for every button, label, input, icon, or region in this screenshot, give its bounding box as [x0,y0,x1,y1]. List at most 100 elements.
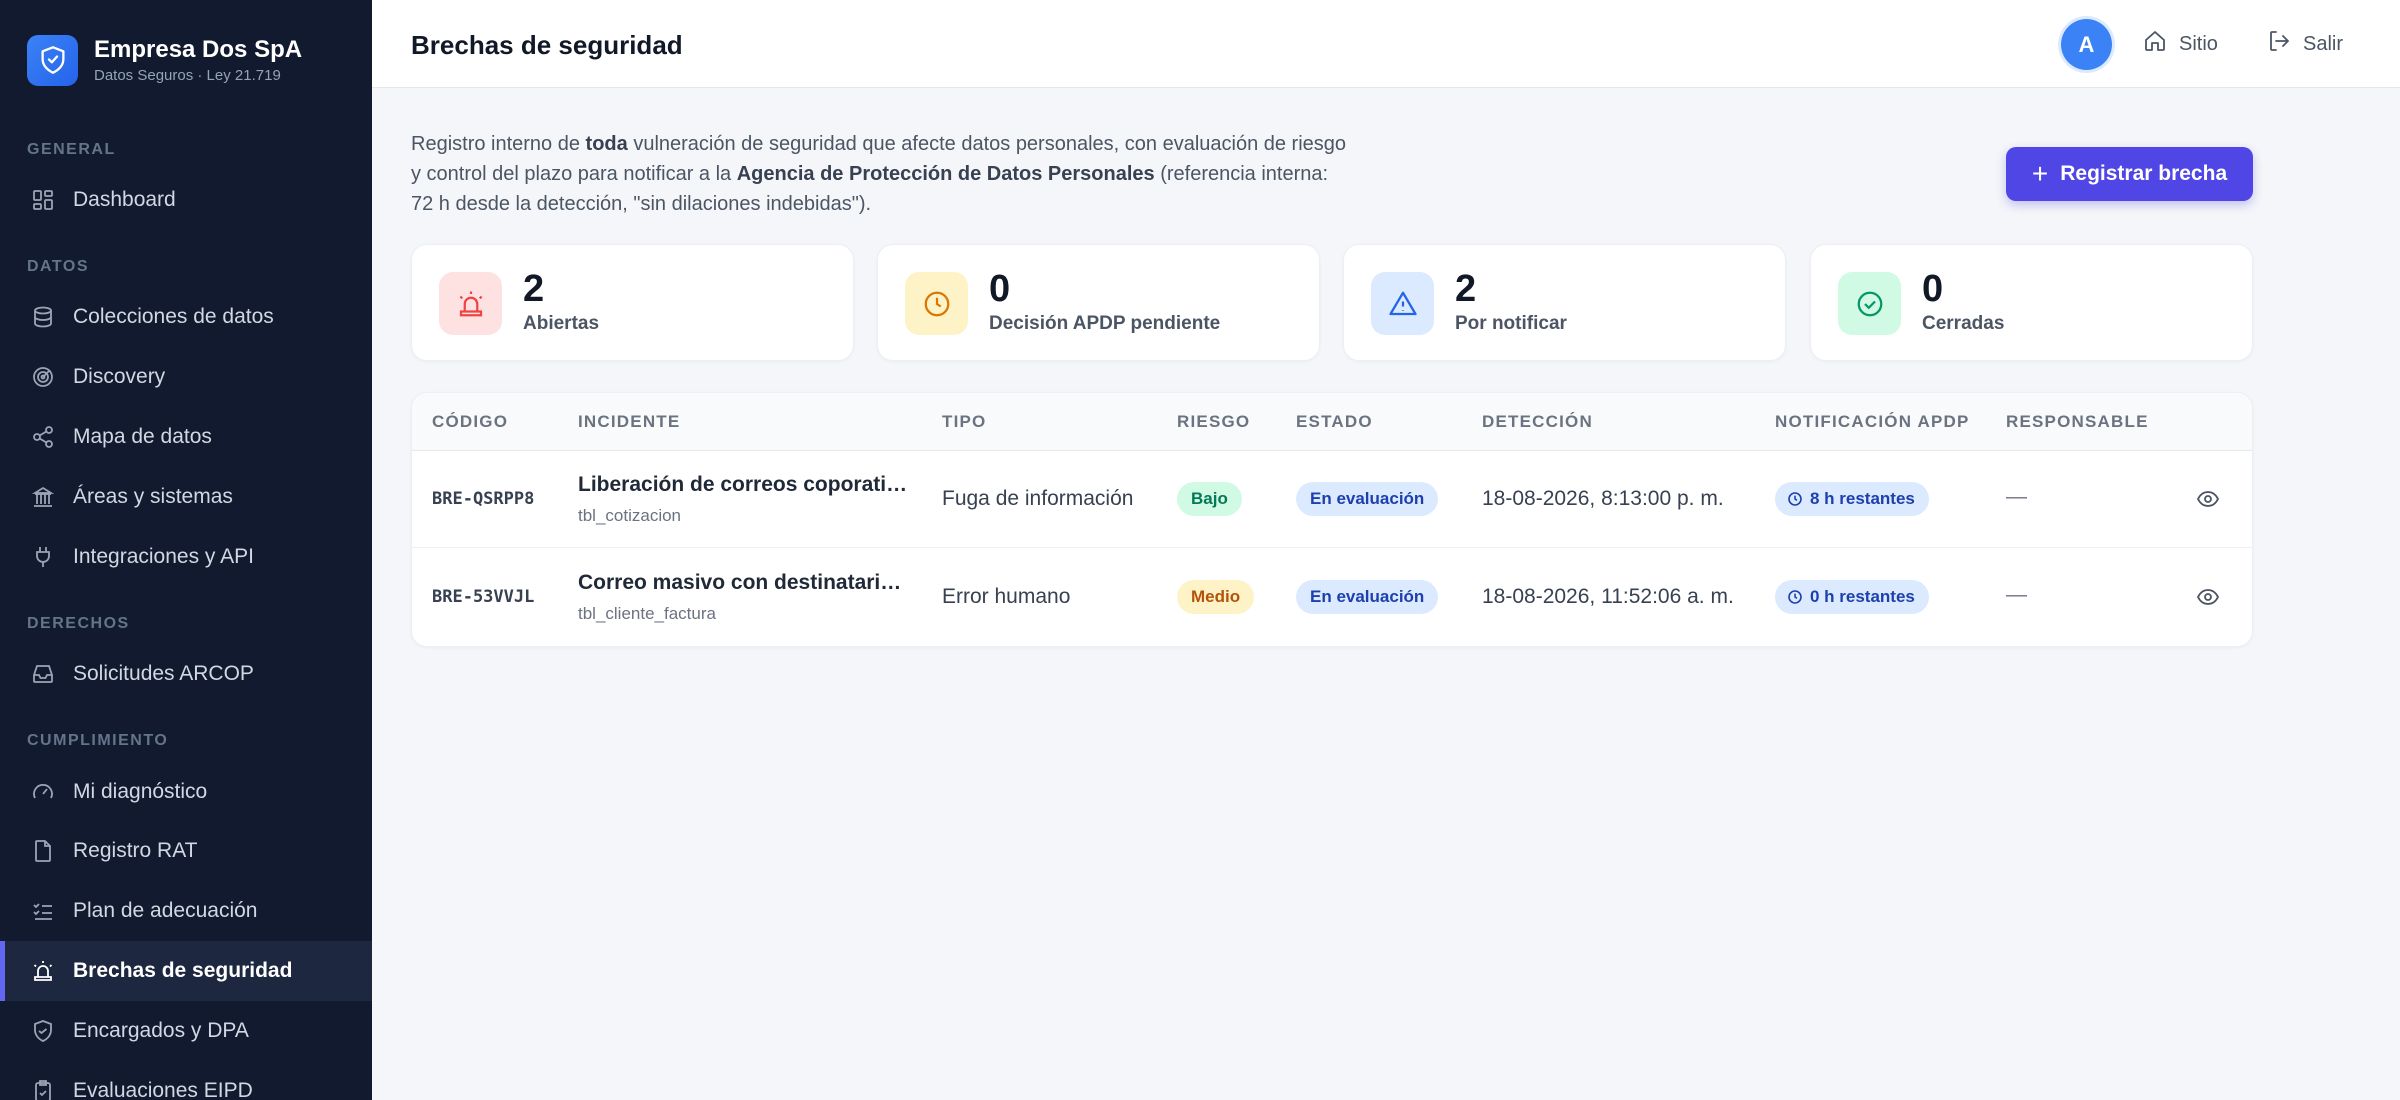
sidebar-item-label: Discovery [73,365,166,388]
radar-icon [30,364,56,390]
site-link[interactable]: Sitio [2143,26,2218,62]
siren-icon [30,958,56,984]
page-title: Brechas de seguridad [411,30,683,60]
column-header[interactable]: NOTIFICACIÓN APDP [1775,412,1970,432]
clock-icon [905,272,968,335]
avatar[interactable]: A [2061,19,2112,70]
sidebar-item-discovery[interactable]: Discovery [0,347,372,407]
table-header: CÓDIGO INCIDENTE TIPO RIESGO ESTADO DETE… [412,393,2252,451]
stat-value: 0 [989,268,1011,310]
breaches-table: CÓDIGO INCIDENTE TIPO RIESGO ESTADO DETE… [411,392,2253,647]
notification-badge-label: 0 h restantes [1810,587,1915,606]
nav-section-derechos: DERECHOS [27,615,130,632]
notification-badge: 8 h restantes [1775,482,1929,516]
table-row[interactable]: BRE-QSRPP8 Liberación de correos coporat… [412,451,2252,548]
sidebar-item-diagnostico[interactable]: Mi diagnóstico [0,762,372,822]
sidebar-item-label: Áreas y sistemas [73,485,233,508]
logout-link-label: Salir [2303,32,2344,55]
incident-table: tbl_cliente_factura [578,604,716,623]
register-breach-label: Registrar brecha [2060,162,2228,185]
sidebar: Empresa Dos SpA Datos Seguros · Ley 21.7… [0,0,372,1100]
column-header[interactable]: ESTADO [1296,412,1373,432]
stat-label: Por notificar [1455,313,1567,334]
sidebar-item-brechas[interactable]: Brechas de seguridad [0,941,372,1001]
column-header[interactable]: TIPO [942,412,986,432]
database-icon [30,304,56,330]
gauge-icon [30,779,56,805]
column-header[interactable]: DETECCIÓN [1482,412,1593,432]
breach-code: BRE-53VVJL [432,587,535,607]
siren-icon [439,272,502,335]
sidebar-item-eipd[interactable]: Evaluaciones EIPD [0,1061,372,1100]
clock-icon [1788,590,1802,604]
register-breach-button[interactable]: + Registrar brecha [2006,147,2253,201]
sidebar-item-label: Mapa de datos [73,425,212,448]
notification-badge-label: 8 h restantes [1810,489,1915,508]
grid-icon [30,187,56,213]
sidebar-item-label: Evaluaciones EIPD [73,1079,253,1100]
stat-label: Cerradas [1922,313,2005,334]
incident-title[interactable]: Liberación de correos coporativos [578,473,908,497]
notification-badge: 0 h restantes [1775,580,1929,614]
share-nodes-icon [30,424,56,450]
plug-icon [30,544,56,570]
stat-label: Decisión APDP pendiente [989,313,1221,334]
nav-section-general: GENERAL [27,141,116,158]
brand-subtitle: Datos Seguros · Ley 21.719 [94,67,281,84]
stat-value: 2 [523,268,545,310]
risk-badge: Bajo [1177,482,1242,516]
check-circle-icon [1838,272,1901,335]
stat-card-por-notificar: 2 Por notificar [1343,244,1786,361]
sidebar-item-arcop[interactable]: Solicitudes ARCOP [0,644,372,704]
status-badge: En evaluación [1296,482,1439,516]
column-header[interactable]: INCIDENTE [578,412,680,432]
sidebar-item-colecciones[interactable]: Colecciones de datos [0,287,372,347]
file-icon [30,838,56,864]
sidebar-item-integraciones[interactable]: Integraciones y API [0,527,372,587]
sidebar-item-dashboard[interactable]: Dashboard [0,170,372,230]
sidebar-item-label: Mi diagnóstico [73,780,208,803]
sidebar-item-plan[interactable]: Plan de adecuación [0,881,372,941]
home-icon [2143,29,2179,59]
status-badge: En evaluación [1296,580,1439,614]
eye-icon[interactable] [2196,585,2220,609]
detection-date: 18-08-2026, 8:13:00 p. m. [1482,487,1724,510]
column-header[interactable]: RIESGO [1177,412,1250,432]
sidebar-item-label: Brechas de seguridad [73,959,293,982]
sidebar-item-label: Plan de adecuación [73,899,258,922]
incident-type: Error humano [942,585,1071,608]
sidebar-item-label: Solicitudes ARCOP [73,662,254,685]
shield-handshake-icon [30,1018,56,1044]
sidebar-item-label: Dashboard [73,188,176,211]
site-link-label: Sitio [2179,32,2218,55]
page-description: Registro interno de toda vulneración de … [411,133,1347,215]
breach-code: BRE-QSRPP8 [432,489,535,509]
warning-icon [1371,272,1434,335]
brand[interactable]: Empresa Dos SpA Datos Seguros · Ley 21.7… [27,34,302,86]
stat-value: 0 [1922,268,1944,310]
incident-type: Fuga de información [942,487,1134,510]
header: Brechas de seguridad A Sitio Salir [372,0,2400,88]
table-row[interactable]: BRE-53VVJL Correo masivo con destinatari… [412,549,2252,646]
clipboard-check-icon [30,1078,56,1100]
checklist-icon [30,898,56,924]
sidebar-item-encargados[interactable]: Encargados y DPA [0,1001,372,1061]
risk-badge: Medio [1177,580,1255,614]
eye-icon[interactable] [2196,487,2220,511]
sidebar-item-label: Encargados y DPA [73,1019,249,1042]
detection-date: 18-08-2026, 11:52:06 a. m. [1482,585,1734,608]
logout-link[interactable]: Salir [2267,26,2343,62]
sidebar-item-rat[interactable]: Registro RAT [0,821,372,881]
brand-name: Empresa Dos SpA [94,36,303,63]
column-header[interactable]: CÓDIGO [432,412,508,432]
incident-title[interactable]: Correo masivo con destinatarios visibles [578,571,908,595]
nav-section-cumplimiento: CUMPLIMIENTO [27,732,169,749]
owner: — [2006,583,2027,606]
plus-icon: + [2031,158,2049,189]
column-header[interactable]: RESPONSABLE [2006,412,2149,432]
sidebar-item-mapa[interactable]: Mapa de datos [0,407,372,467]
inbox-icon [30,661,56,687]
stat-value: 2 [1455,268,1477,310]
sidebar-item-areas[interactable]: Áreas y sistemas [0,467,372,527]
sidebar-item-label: Registro RAT [73,839,198,862]
